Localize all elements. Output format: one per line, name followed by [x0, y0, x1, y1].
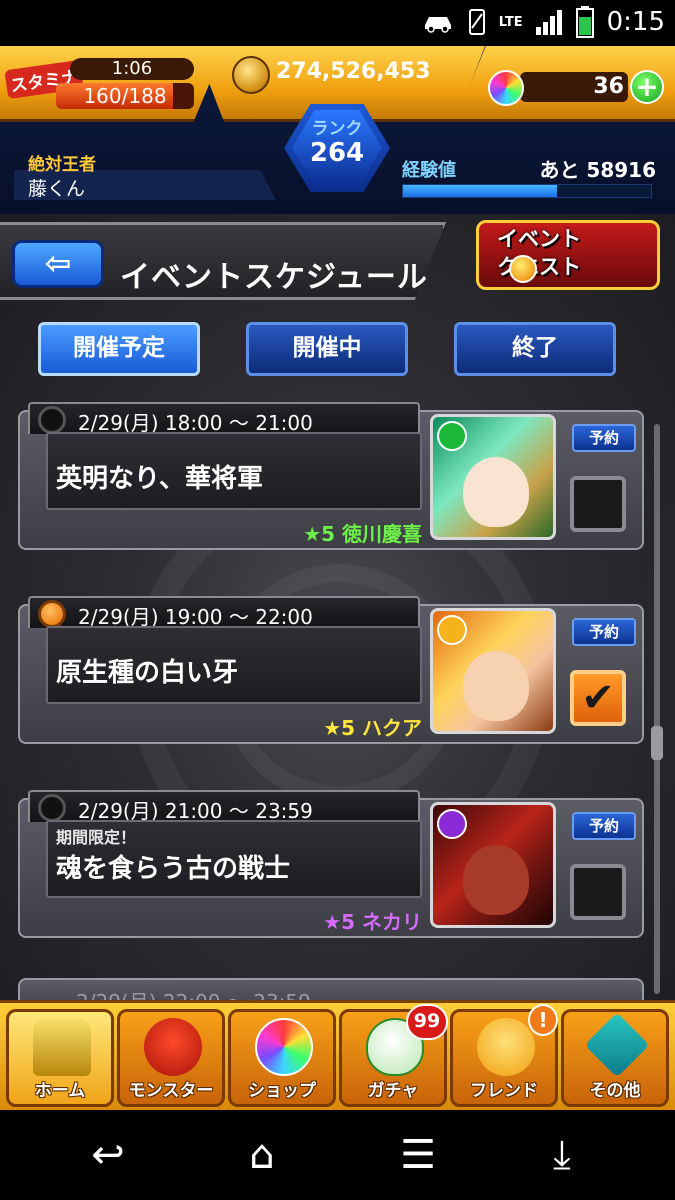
nav-label: ガチャ	[367, 1081, 419, 1101]
nav-monster[interactable]: モンスター	[117, 1009, 225, 1107]
home-button-icon[interactable]: ⌂	[230, 1128, 294, 1182]
event-title: 原生種の白い牙	[56, 658, 239, 688]
signal-icon	[535, 10, 562, 35]
game-bottom-nav: ホーム モンスター ショップ ガチャ フレンド その他	[0, 1000, 675, 1110]
dark-attribute-icon	[437, 809, 467, 839]
gold-coin-icon	[232, 56, 270, 94]
shop-icon	[255, 1018, 313, 1076]
event-title: 魂を食らう古の戦士	[56, 854, 291, 884]
tab-upcoming[interactable]: 開催予定	[38, 322, 200, 376]
android-nav-bar: ↩ ⌂ ☰ ⤓	[0, 1110, 675, 1200]
reserve-checkbox[interactable]	[570, 476, 626, 532]
monster-icon	[144, 1018, 202, 1076]
nav-label: フレンド	[470, 1081, 538, 1101]
vibrate-icon	[468, 9, 485, 35]
event-datebar: 2/29(月) 19:00 ～ 22:00	[28, 596, 420, 629]
event-subtitle: 期間限定！	[56, 828, 137, 847]
nav-label: ショップ	[248, 1081, 316, 1101]
rank-value: 264	[309, 138, 365, 168]
gacha-count-badge: 99	[406, 1004, 448, 1040]
wood-attribute-icon	[437, 421, 467, 451]
notification-down-icon[interactable]: ⤓	[530, 1128, 594, 1182]
portrait-face	[463, 651, 529, 721]
rank-label: ランク	[311, 119, 363, 139]
reserve-label: 予約	[572, 812, 636, 840]
event-card[interactable]: 2/29(月) 19:00 ～ 22:00 原生種の白い牙 ★5 ハクア 予約 …	[10, 596, 644, 746]
back-button[interactable]: ⇦	[12, 240, 104, 288]
reserve-label: 予約	[572, 618, 636, 646]
nav-other[interactable]: その他	[561, 1009, 669, 1107]
reserve-label: 予約	[572, 424, 636, 452]
monster-portrait[interactable]	[430, 802, 556, 928]
exp-bar	[402, 184, 652, 198]
add-orbs-button[interactable]: +	[630, 70, 664, 104]
nav-label: その他	[589, 1081, 641, 1101]
battery-icon	[575, 6, 594, 38]
orb-count: 36	[593, 74, 624, 99]
event-monster: ★5 ネカリ	[323, 910, 422, 934]
game-header: スタミナ 1:06 160/188 274,526,453 36 + 絶対王者 …	[0, 46, 675, 214]
exp-label: 経験値	[402, 160, 456, 181]
nav-home[interactable]: ホーム	[6, 1009, 114, 1107]
clock: 0:15	[606, 7, 665, 37]
orb-icon	[488, 70, 524, 106]
event-status-dot	[38, 794, 66, 822]
event-datebar: 2/29(月) 18:00 ～ 21:00	[28, 402, 420, 435]
exp-remaining: あと 58916	[539, 158, 656, 182]
player-title: 絶対王者	[28, 155, 96, 175]
home-icon	[33, 1018, 91, 1076]
event-status-dot	[38, 406, 66, 434]
scrollbar-thumb[interactable]	[651, 726, 663, 760]
nav-label: ホーム	[34, 1081, 86, 1101]
event-card[interactable]: 2/29(月) 18:00 ～ 21:00 英明なり、華将軍 ★5 徳川慶喜 予…	[10, 402, 644, 552]
stamina-count: 160/188	[83, 84, 167, 108]
stamina-timer: 1:06	[70, 58, 194, 80]
status-bar: LTE 0:15	[0, 0, 675, 46]
exp-fill	[403, 185, 557, 197]
nav-label: モンスター	[128, 1081, 214, 1101]
portrait-face	[463, 845, 529, 915]
stamina-bar: 160/188	[56, 83, 194, 109]
network-type: LTE	[498, 14, 523, 30]
event-schedule-screen: ⇦ イベントスケジュール イベント クエスト 開催予定 開催中 終了 2/29(…	[0, 214, 675, 1000]
friend-icon	[477, 1018, 535, 1076]
scrollbar-track[interactable]	[654, 424, 660, 994]
reserve-checkbox[interactable]	[570, 864, 626, 920]
player-name: 藤くん	[28, 178, 86, 200]
status-icons: LTE 0:15	[421, 6, 665, 38]
schedule-tabs: 開催予定 開催中 終了	[0, 322, 675, 376]
tab-ongoing[interactable]: 開催中	[246, 322, 408, 376]
event-monster: ★5 ハクア	[323, 716, 422, 740]
portrait-face	[463, 457, 529, 527]
event-datetime: 2/29(月) 22:00 ～ 23:59	[76, 986, 311, 1000]
light-attribute-icon	[437, 615, 467, 645]
event-datebar: 2/29(月) 21:00 ～ 23:59	[28, 790, 420, 823]
nav-shop[interactable]: ショップ	[228, 1009, 336, 1107]
reserve-checkbox-checked[interactable]: ✔	[570, 670, 626, 726]
event-card-partial[interactable]: 2/29(月) 22:00 ～ 23:59	[18, 978, 644, 1000]
friend-alert-badge: !	[528, 1004, 558, 1036]
event-card[interactable]: 2/29(月) 21:00 ～ 23:59 期間限定！ 魂を食らう古の戦士 ★5…	[10, 790, 644, 940]
other-icon	[584, 1012, 650, 1078]
menu-icon[interactable]: ☰	[386, 1128, 450, 1182]
event-monster: ★5 徳川慶喜	[303, 522, 422, 546]
page-title: イベントスケジュール	[120, 260, 428, 295]
event-orb-icon	[509, 255, 537, 283]
gold-amount: 274,526,453	[276, 59, 431, 84]
event-title: 英明なり、華将軍	[56, 464, 263, 494]
monster-portrait[interactable]	[430, 414, 556, 540]
car-icon	[424, 17, 451, 33]
back-icon[interactable]: ↩	[76, 1128, 140, 1182]
tab-ended[interactable]: 終了	[454, 322, 616, 376]
checkmark-icon: ✔	[581, 675, 615, 721]
event-quest-button[interactable]: イベント クエスト	[476, 220, 660, 290]
monster-portrait[interactable]	[430, 608, 556, 734]
event-status-dot	[38, 600, 66, 628]
